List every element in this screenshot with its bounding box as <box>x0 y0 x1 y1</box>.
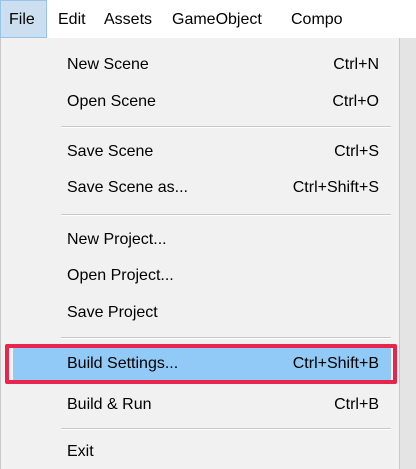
menu-item-label: Build Settings... <box>67 355 179 372</box>
menu-item-new-scene[interactable]: New Scene Ctrl+N <box>13 48 391 82</box>
menubar: File Edit Assets GameObject Compo <box>0 0 416 38</box>
menu-separator <box>61 428 391 430</box>
menu-item-new-project[interactable]: New Project... <box>13 223 391 257</box>
menu-item-save-scene-as[interactable]: Save Scene as... Ctrl+Shift+S <box>13 171 391 205</box>
menu-item-label: Exit <box>67 443 94 460</box>
menu-item-shortcut: Ctrl+Shift+S <box>292 179 379 196</box>
menu-item-build-settings[interactable]: Build Settings... Ctrl+Shift+B <box>13 347 391 381</box>
menu-item-label: Open Project... <box>67 267 174 284</box>
menu-item-open-scene[interactable]: Open Scene Ctrl+O <box>13 85 391 119</box>
menu-item-open-project[interactable]: Open Project... <box>13 259 391 293</box>
menu-item-shortcut: Ctrl+N <box>333 56 379 73</box>
menu-item-label: Build & Run <box>67 396 152 413</box>
menu-item-label: Open Scene <box>67 93 156 110</box>
menu-item-label: New Scene <box>67 56 149 73</box>
menu-separator <box>61 337 391 339</box>
menu-file[interactable]: File <box>0 0 47 38</box>
menu-gameobject[interactable]: GameObject <box>172 0 262 38</box>
menu-separator <box>61 214 391 216</box>
menu-item-save-scene[interactable]: Save Scene Ctrl+S <box>13 135 391 169</box>
menu-item-label: Save Scene as... <box>67 179 188 196</box>
menu-item-shortcut: Ctrl+Shift+B <box>292 355 379 372</box>
menu-item-label: Save Project <box>67 304 158 321</box>
menu-item-save-project[interactable]: Save Project <box>13 296 391 330</box>
menu-component[interactable]: Compo <box>291 0 343 38</box>
menu-item-label: Save Scene <box>67 143 154 160</box>
menu-item-shortcut: Ctrl+S <box>334 143 379 160</box>
menu-item-label: New Project... <box>67 231 167 248</box>
menu-edit[interactable]: Edit <box>58 0 86 38</box>
file-dropdown-menu: New Scene Ctrl+N Open Scene Ctrl+O Save … <box>0 38 400 469</box>
menu-item-build-and-run[interactable]: Build & Run Ctrl+B <box>13 388 391 422</box>
menu-item-shortcut: Ctrl+O <box>332 93 379 110</box>
menu-separator <box>61 126 391 128</box>
menu-item-shortcut: Ctrl+B <box>334 396 379 413</box>
menu-assets[interactable]: Assets <box>104 0 152 38</box>
menu-item-exit[interactable]: Exit <box>13 435 391 469</box>
